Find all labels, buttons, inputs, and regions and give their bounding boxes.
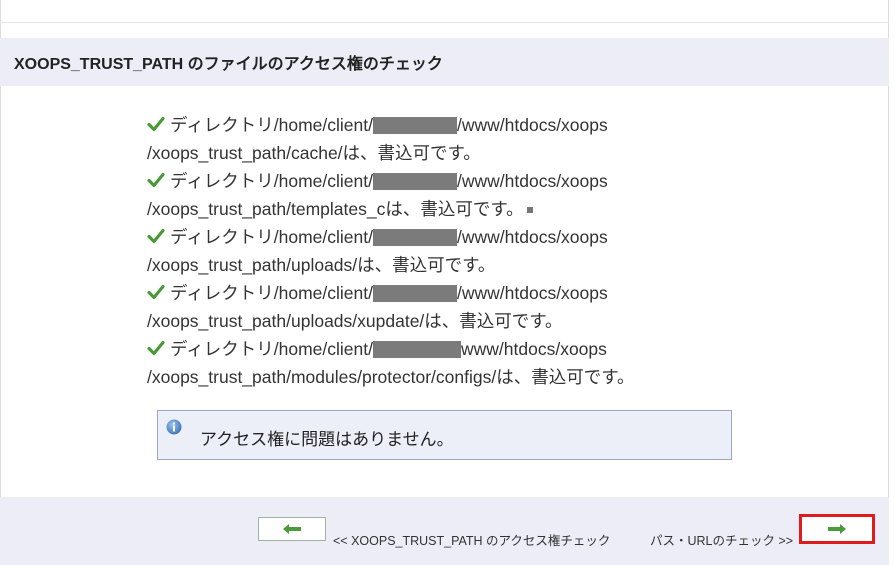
stray-mark	[526, 207, 533, 213]
path-suffix: /www/htdocs/xoops	[457, 115, 608, 135]
check-icon	[147, 340, 165, 356]
section-header: XOOPS_TRUST_PATH のファイルのアクセス権のチェック	[0, 38, 889, 86]
list-item: ディレクトリ/home/client/ /www/htdocs/xoops /xo…	[147, 167, 707, 223]
path-status: /xoops_trust_path/uploads/は、書込可です。	[147, 255, 496, 275]
list-item-line1: ディレクトリ/home/client/ /www/htdocs/xoops	[147, 223, 707, 251]
check-icon	[147, 172, 165, 188]
info-message-box: アクセス権に問題はありません。	[157, 410, 732, 460]
next-link[interactable]: パス・URLのチェック >>	[650, 530, 793, 549]
path-suffix: www/htdocs/xoops	[461, 339, 607, 359]
list-item-line2: /xoops_trust_path/uploads/xupdate/は、書込可で…	[147, 307, 707, 335]
path-suffix: /www/htdocs/xoops	[457, 227, 608, 247]
list-item-line1: ディレクトリ/home/client/www/htdocs/xoops	[147, 335, 707, 363]
check-icon	[147, 228, 165, 244]
info-message: アクセス権に問題はありません。	[200, 430, 454, 449]
back-button[interactable]	[258, 517, 326, 541]
path-prefix: ディレクトリ/home/client/	[170, 171, 373, 191]
list-item-line2: /xoops_trust_path/uploads/は、書込可です。	[147, 251, 707, 279]
footer-nav: << XOOPS_TRUST_PATH のアクセス権チェック パス・URLのチェ…	[0, 497, 889, 565]
path-status: /xoops_trust_path/modules/protector/conf…	[147, 367, 635, 387]
next-button[interactable]	[799, 514, 875, 544]
path-prefix: ディレクトリ/home/client/	[170, 227, 373, 247]
path-status: /xoops_trust_path/cache/は、書込可です。	[147, 143, 481, 163]
redacted-block	[373, 117, 457, 134]
top-divider	[0, 22, 889, 23]
path-status: /xoops_trust_path/templates_cは、書込可です。	[147, 199, 524, 219]
list-item: ディレクトリ/home/client/ /www/htdocs/xoops /xo…	[147, 279, 707, 335]
path-suffix: /www/htdocs/xoops	[457, 283, 608, 303]
check-icon	[147, 284, 165, 300]
list-item: ディレクトリ/home/client/ /www/htdocs/xoops /xo…	[147, 223, 707, 279]
arrow-right-icon	[828, 524, 846, 534]
path-suffix: /www/htdocs/xoops	[457, 171, 608, 191]
redacted-block	[373, 229, 457, 246]
path-status: /xoops_trust_path/uploads/xupdate/は、書込可で…	[147, 311, 563, 331]
list-item-line2: /xoops_trust_path/templates_cは、書込可です。	[147, 195, 707, 223]
redacted-block	[373, 341, 461, 358]
list-item-line1: ディレクトリ/home/client/ /www/htdocs/xoops	[147, 167, 707, 195]
list-item-line2: /xoops_trust_path/modules/protector/conf…	[147, 363, 707, 391]
check-icon	[147, 116, 165, 132]
path-prefix: ディレクトリ/home/client/	[170, 339, 373, 359]
info-icon	[166, 419, 182, 435]
list-item-line1: ディレクトリ/home/client/ /www/htdocs/xoops	[147, 279, 707, 307]
redacted-block	[373, 285, 457, 302]
list-item: ディレクトリ/home/client/www/htdocs/xoops /xoo…	[147, 335, 707, 391]
arrow-left-icon	[283, 524, 301, 534]
permission-check-list: ディレクトリ/home/client/ /www/htdocs/xoops /xo…	[147, 111, 707, 391]
page-title: XOOPS_TRUST_PATH のファイルのアクセス権のチェック	[14, 56, 443, 73]
list-item-line1: ディレクトリ/home/client/ /www/htdocs/xoops	[147, 111, 707, 139]
back-link[interactable]: << XOOPS_TRUST_PATH のアクセス権チェック	[333, 530, 610, 549]
path-prefix: ディレクトリ/home/client/	[170, 115, 373, 135]
list-item: ディレクトリ/home/client/ /www/htdocs/xoops /xo…	[147, 111, 707, 167]
redacted-block	[373, 173, 457, 190]
list-item-line2: /xoops_trust_path/cache/は、書込可です。	[147, 139, 707, 167]
path-prefix: ディレクトリ/home/client/	[170, 283, 373, 303]
